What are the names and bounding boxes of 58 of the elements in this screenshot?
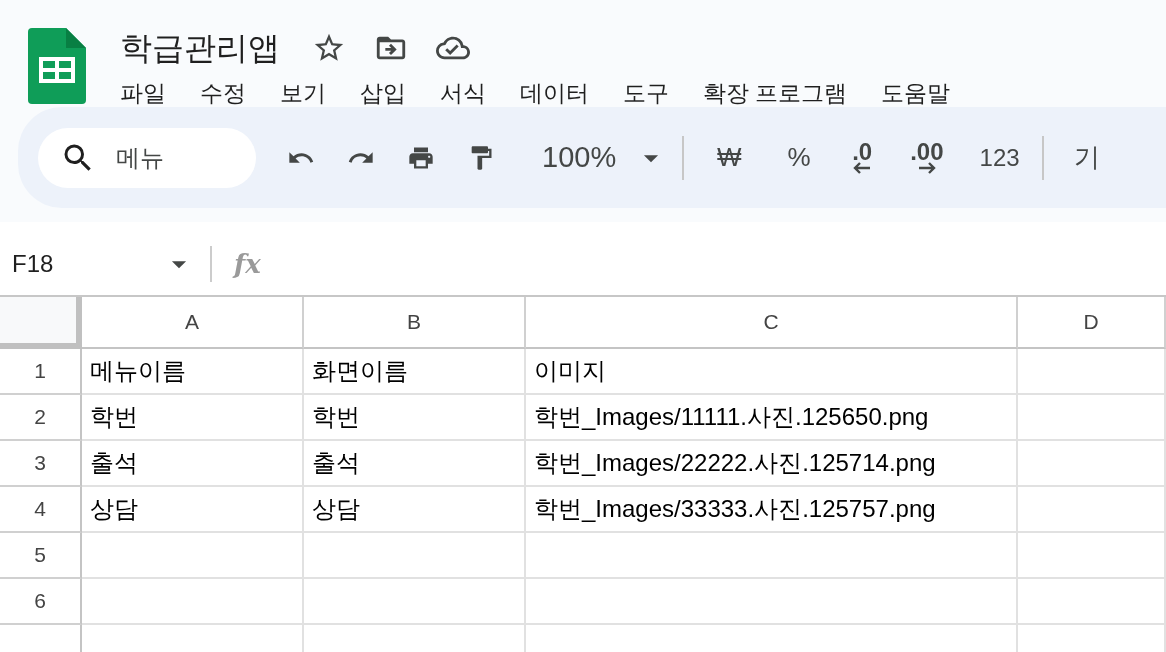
column-header[interactable]: D	[1018, 297, 1166, 349]
document-title[interactable]: 학급관리앱	[120, 28, 280, 68]
table-cell[interactable]	[1018, 487, 1166, 533]
table-cell[interactable]	[1018, 579, 1166, 625]
increase-decimal-button[interactable]: .00	[900, 133, 954, 182]
table-cell[interactable]: 화면이름	[304, 349, 526, 395]
table-cell[interactable]: 학번	[304, 395, 526, 441]
row-header[interactable]: 4	[0, 487, 82, 533]
column-header[interactable]: B	[304, 297, 526, 349]
menu-item[interactable]: 서식	[440, 76, 486, 110]
table-cell[interactable]	[1018, 533, 1166, 579]
table-cell[interactable]: 이미지	[526, 349, 1018, 395]
menu-item[interactable]: 도움말	[881, 76, 951, 110]
row-header[interactable]: 5	[0, 533, 82, 579]
table-cell[interactable]	[1018, 441, 1166, 487]
select-all-corner[interactable]	[0, 297, 82, 349]
table-cell[interactable]	[1018, 395, 1166, 441]
table-cell[interactable]: 학번_Images/11111.사진.125650.png	[526, 395, 1018, 441]
menu-item[interactable]: 데이터	[520, 76, 589, 110]
table-cell[interactable]	[526, 533, 1018, 579]
left-arrow-icon	[852, 161, 873, 174]
percent-button[interactable]: %	[774, 133, 825, 182]
row-header[interactable]: 6	[0, 579, 82, 625]
menu-item[interactable]: 삽입	[360, 76, 406, 110]
right-arrow-icon	[916, 161, 937, 174]
column-header[interactable]: C	[526, 297, 1018, 349]
name-box[interactable]: F18	[0, 249, 162, 278]
menu-item[interactable]: 수정	[200, 76, 246, 110]
table-cell[interactable]	[82, 533, 304, 579]
search-field[interactable]: 메뉴	[38, 127, 256, 188]
table-cell[interactable]: 출석	[304, 441, 526, 487]
row-header[interactable]: 3	[0, 441, 82, 487]
menu-item[interactable]: 보기	[280, 76, 326, 110]
row-header[interactable]: 1	[0, 349, 82, 395]
zoom-select[interactable]: 100%	[534, 133, 625, 182]
table-cell[interactable]: 학번_Images/33333.사진.125757.png	[526, 487, 1018, 533]
table-cell[interactable]	[304, 579, 526, 625]
table-cell[interactable]: 메뉴이름	[82, 349, 304, 395]
column-header[interactable]: A	[82, 297, 304, 349]
row-header[interactable]: 2	[0, 395, 82, 441]
menu-item[interactable]: 파일	[120, 76, 166, 110]
table-cell[interactable]	[304, 533, 526, 579]
table-cell[interactable]: 상담	[304, 487, 526, 533]
table-cell[interactable]	[1018, 349, 1166, 395]
table-cell[interactable]: 출석	[82, 441, 304, 487]
table-cell[interactable]	[82, 579, 304, 625]
table-cell[interactable]: 학번_Images/22222.사진.125714.png	[526, 441, 1018, 487]
table-cell[interactable]: 학번	[82, 395, 304, 441]
table-cell[interactable]: 상담	[82, 487, 304, 533]
menu-item[interactable]: 확장 프로그램	[703, 76, 848, 110]
sheets-logo-icon	[28, 28, 86, 104]
currency-button[interactable]: ₩	[704, 133, 755, 182]
table-cell[interactable]	[526, 579, 1018, 625]
menu-item[interactable]: 도구	[623, 76, 669, 110]
format-label[interactable]: 기	[1073, 140, 1100, 175]
decrease-decimal-button[interactable]: .0	[840, 133, 885, 182]
function-label: fx	[234, 248, 261, 279]
number-format-button[interactable]: 123	[971, 133, 1028, 182]
